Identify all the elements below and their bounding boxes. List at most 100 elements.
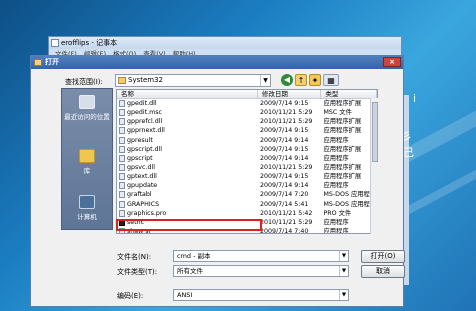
- place-label: 库: [83, 167, 91, 175]
- file-name: gpscript: [117, 154, 258, 163]
- notepad-title: erofflips - 记事本: [61, 39, 118, 47]
- file-date: 2009/7/14 9:15: [259, 173, 309, 181]
- file-icon: [119, 109, 125, 117]
- file-date: 2010/11/21 5:42: [259, 209, 313, 217]
- file-name-text: graphics.pro: [127, 209, 167, 217]
- place-label: 最近访问的位置: [64, 113, 110, 121]
- notepad-app-icon: [51, 39, 59, 47]
- file-type: 应用程序: [323, 136, 349, 144]
- file-name: GRAPHICS: [117, 200, 258, 209]
- file-row[interactable]: gpscript.dll 2009/7/14 9:15 应用程序扩展: [117, 145, 377, 154]
- file-name-text: gptext.dll: [127, 173, 157, 181]
- file-icon: [119, 191, 125, 199]
- file-icon: [119, 118, 125, 126]
- file-icon: [119, 173, 125, 181]
- places-bar: 最近访问的位置 库 计算机: [61, 88, 113, 230]
- file-name: gpedit.dll: [117, 99, 258, 108]
- file-name-text: GRAPHICS: [127, 200, 160, 208]
- filename-value: cmd - 副本: [177, 252, 211, 260]
- file-date: 2009/7/14 5:41: [259, 200, 309, 208]
- chevron-down-icon[interactable]: ▼: [260, 75, 270, 86]
- filename-input[interactable]: cmd - 副本 ▼: [173, 250, 349, 262]
- place-computer[interactable]: 计算机: [62, 195, 112, 221]
- place-libraries[interactable]: 库: [62, 149, 112, 175]
- file-type: PRO 文件: [323, 209, 352, 217]
- open-dialog: 打开 × 查找范围(I): System32 ▼ ◀ ↑ ✦ ▦ 最近访问的位置…: [30, 55, 405, 307]
- dialog-title: 打开: [45, 58, 59, 66]
- file-row[interactable]: gpedit.dll 2009/7/14 9:15 应用程序扩展: [117, 99, 377, 108]
- file-list-header: 名称 修改日期 类型: [117, 90, 377, 99]
- file-type: 应用程序: [323, 218, 349, 226]
- up-folder-icon[interactable]: ↑: [295, 74, 307, 86]
- file-name-text: gpedit.dll: [127, 100, 157, 107]
- file-name-text: gpedit.msc: [127, 109, 162, 117]
- file-name: graphics.pro: [117, 209, 258, 218]
- file-date: 2009/7/14 9:15: [259, 145, 309, 153]
- folder-icon: [34, 59, 42, 66]
- file-row[interactable]: gpprnext.dll 2009/7/14 9:15 应用程序扩展: [117, 126, 377, 135]
- look-in-dropdown[interactable]: System32 ▼: [115, 74, 271, 87]
- file-row[interactable]: gpedit.msc 2010/11/21 5:29 MSC 文件: [117, 108, 377, 117]
- file-row[interactable]: GRAPHICS 2009/7/14 5:41 MS-DOS 应用程序: [117, 200, 377, 209]
- chevron-down-icon[interactable]: ▼: [339, 266, 348, 276]
- filetype-select[interactable]: 所有文件 ▼: [173, 265, 349, 277]
- file-list-scrollbar[interactable]: [370, 98, 378, 234]
- file-type: 应用程序扩展: [323, 118, 362, 126]
- file-date: 2009/7/14 7:40: [259, 227, 309, 234]
- dialog-titlebar[interactable]: 打开 ×: [31, 56, 403, 69]
- file-date: 2010/11/21 5:29: [259, 118, 313, 126]
- notepad-titlebar[interactable]: erofflips - 记事本: [49, 37, 401, 49]
- back-icon[interactable]: ◀: [281, 74, 293, 86]
- file-row[interactable]: gptext.dll 2009/7/14 9:15 应用程序扩展: [117, 172, 377, 181]
- file-row[interactable]: gpresult 2009/7/14 9:14 应用程序: [117, 136, 377, 145]
- file-type: 应用程序: [323, 227, 349, 234]
- file-row[interactable]: gpsvc.dll 2010/11/21 5:29 应用程序扩展: [117, 163, 377, 172]
- file-name-text: gpscript: [127, 154, 153, 162]
- column-date[interactable]: 修改日期: [258, 90, 322, 98]
- dialog-toolbar: ◀ ↑ ✦ ▦: [281, 74, 339, 87]
- file-date: 2010/11/21 5:29: [259, 163, 313, 171]
- computer-icon: [79, 195, 95, 209]
- place-recent[interactable]: 最近访问的位置: [62, 95, 112, 121]
- file-name-text: gpupdate: [127, 182, 158, 190]
- file-name-text: gpscript.dll: [127, 145, 163, 153]
- file-list[interactable]: 名称 修改日期 类型 gpedit.dll 2009/7/14 9:15 应用程序扩…: [116, 89, 378, 234]
- file-name: gpsvc.dll: [117, 163, 258, 172]
- encoding-select[interactable]: ANSI ▼: [173, 289, 349, 301]
- file-icon: [119, 145, 125, 153]
- file-type: 应用程序扩展: [323, 100, 362, 107]
- file-row[interactable]: gpupdate 2009/7/14 9:14 应用程序: [117, 181, 377, 190]
- file-name-text: gpsvc.dll: [127, 163, 155, 171]
- file-icon: [119, 127, 125, 135]
- file-date: 2009/7/14 9:14: [259, 136, 309, 144]
- close-button[interactable]: ×: [383, 57, 401, 67]
- chevron-down-icon[interactable]: ▼: [339, 251, 348, 261]
- column-name[interactable]: 名称: [117, 90, 258, 98]
- file-type: MS-DOS 应用程序: [323, 191, 377, 199]
- file-row[interactable]: graphics.pro 2010/11/21 5:42 PRO 文件: [117, 209, 377, 218]
- file-row[interactable]: graftabl 2009/7/14 7:20 MS-DOS 应用程序: [117, 190, 377, 199]
- selection-highlight-box: [116, 219, 262, 231]
- file-row[interactable]: gpprefcl.dll 2010/11/21 5:29 应用程序扩展: [117, 117, 377, 126]
- file-icon: [119, 200, 125, 208]
- encoding-value: ANSI: [177, 291, 193, 299]
- cancel-button[interactable]: 取消: [361, 265, 405, 278]
- column-type[interactable]: 类型: [321, 90, 377, 98]
- file-name: gpupdate: [117, 181, 258, 190]
- file-name-text: gpresult: [127, 136, 153, 144]
- file-date: 2009/7/14 7:20: [259, 191, 309, 199]
- background-text: i: [412, 92, 416, 105]
- file-type: 应用程序扩展: [323, 173, 362, 181]
- file-icon: [119, 154, 125, 162]
- file-name-text: gpprnext.dll: [127, 127, 165, 135]
- file-date: 2009/7/14 9:15: [259, 100, 309, 107]
- file-name: gpedit.msc: [117, 108, 258, 117]
- open-button[interactable]: 打开(O): [361, 250, 405, 263]
- file-row[interactable]: gpscript 2009/7/14 9:14 应用程序: [117, 154, 377, 163]
- scrollbar-thumb[interactable]: [372, 102, 378, 162]
- file-date: 2010/11/21 5:29: [259, 218, 313, 226]
- view-menu-icon[interactable]: ▦: [323, 74, 339, 86]
- new-folder-icon[interactable]: ✦: [309, 74, 321, 86]
- chevron-down-icon[interactable]: ▼: [339, 290, 348, 300]
- file-icon: [119, 209, 125, 217]
